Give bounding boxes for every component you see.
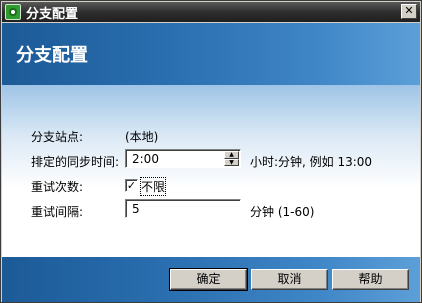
close-button[interactable]: ✕: [401, 4, 417, 19]
app-icon: [5, 4, 21, 20]
spin-up-icon[interactable]: ▲: [224, 151, 239, 159]
ok-button[interactable]: 确定: [169, 268, 248, 291]
retry-count-label: 重试次数:: [31, 180, 84, 194]
retry-unlimited-label[interactable]: 不限: [139, 177, 167, 196]
branch-config-dialog: 分支配置 ✕ 分支配置 分支站点: (本地) 排定的同步时间: 2:00 ▲ ▼…: [0, 0, 422, 303]
sync-time-label: 排定的同步时间:: [31, 155, 120, 169]
branch-site-value: (本地): [125, 130, 159, 144]
spin-down-icon[interactable]: ▼: [224, 158, 239, 166]
sync-time-input[interactable]: 2:00 ▲ ▼: [125, 149, 241, 168]
header-title: 分支配置: [16, 45, 88, 66]
window-title: 分支配置: [26, 6, 79, 22]
close-icon: ✕: [404, 4, 414, 17]
retry-interval-label: 重试间隔:: [31, 205, 84, 219]
retry-interval-hint: 分钟 (1-60): [250, 205, 315, 219]
checkmark-icon: ✓: [126, 179, 137, 192]
content-area: [2, 85, 420, 257]
sync-time-spinner[interactable]: ▲ ▼: [224, 151, 239, 166]
sync-time-value: 2:00: [132, 152, 159, 166]
retry-unlimited-checkbox[interactable]: ✓: [125, 179, 138, 192]
sync-time-hint: 小时:分钟, 例如 13:00: [250, 155, 373, 169]
header-banner: 分支配置: [2, 23, 420, 85]
title-bar[interactable]: 分支配置 ✕: [2, 2, 420, 22]
help-button[interactable]: 帮助: [332, 269, 409, 290]
branch-site-label: 分支站点:: [31, 130, 84, 144]
retry-interval-value: 5: [132, 202, 140, 216]
cancel-button[interactable]: 取消: [251, 269, 328, 290]
retry-interval-input[interactable]: 5: [125, 199, 241, 218]
